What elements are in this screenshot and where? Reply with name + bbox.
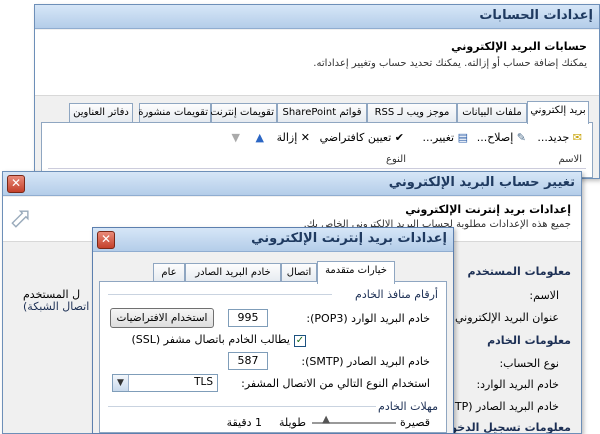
tab-connection[interactable]: اتصال [281, 263, 317, 283]
incoming-port-label: خادم البريد الوارد (POP3): [306, 312, 430, 325]
email-label: عنوان البريد الإلكتروني: [451, 311, 559, 324]
account-settings-tabs: بريد إلكتروني ملفات البيانات موجز ويب لـ… [41, 101, 593, 124]
ssl-checkbox-label: يطالب الخادم باتصال مشفر (SSL) [131, 333, 290, 346]
use-defaults-button[interactable]: استخدام الافتراضيات [110, 308, 214, 328]
new-icon: ✉ [572, 131, 582, 144]
server-timeouts-group: مهلات الخادم [378, 400, 438, 413]
encryption-label: استخدام النوع التالي من الاتصال المشفر: [241, 377, 430, 390]
outgoing-port-label: خادم البريد الصادر (SMTP): [301, 355, 430, 368]
tab-advanced[interactable]: خيارات متقدمة [317, 261, 395, 284]
accounts-toolbar: ✉ جديد... ✎ إصلاح... ▤ تغيير... ✔ تعيين … [48, 131, 586, 149]
timeout-value: 1 دقيقة [226, 416, 262, 429]
repair-button[interactable]: ✎ إصلاح... [477, 131, 526, 144]
email-tab-panel: ✉ جديد... ✎ إصلاح... ▤ تغيير... ✔ تعيين … [41, 122, 593, 178]
timeout-long-label: طويلة [278, 416, 306, 429]
account-settings-header: حسابات البريد الإلكتروني يمكنك إضافة حسا… [35, 30, 599, 96]
tab-published-calendars[interactable]: تقويمات منشورة [138, 103, 211, 123]
tab-outgoing-server[interactable]: خادم البريد الصادر [185, 263, 281, 283]
account-type-label: نوع الحساب: [499, 357, 559, 370]
tab-address-books[interactable]: دفاتر العناوين [69, 103, 133, 123]
x-icon: ✕ [300, 131, 310, 144]
set-default-button[interactable]: ✔ تعيين كافتراضي [320, 131, 404, 144]
account-settings-title: إعدادات الحسابات [479, 8, 593, 23]
column-name[interactable]: الاسم [558, 154, 582, 165]
move-down-icon[interactable]: ▼ [232, 131, 240, 144]
move-up-icon[interactable]: ▲ [256, 131, 264, 144]
account-settings-titlebar: إعدادات الحسابات [35, 5, 599, 29]
name-label: الاسم: [529, 289, 559, 302]
timeout-short-label: قصيرة [400, 416, 430, 429]
chevron-down-icon[interactable]: ▼ [113, 375, 129, 391]
change-account-title: تغيير حساب البريد الإلكتروني [388, 175, 575, 190]
close-icon: ✕ [100, 232, 112, 246]
internet-settings-titlebar: إعدادات بريد إنترنت الإلكتروني ✕ [93, 228, 453, 252]
incoming-port-input[interactable]: 995 [228, 309, 268, 327]
encryption-select[interactable]: TLS ▼ [112, 374, 218, 392]
change-button[interactable]: ▤ تغيير... [423, 131, 468, 144]
remove-button[interactable]: ✕ إزالة [277, 131, 310, 144]
check-icon: ✓ [295, 335, 305, 346]
close-button[interactable]: ✕ [97, 231, 115, 249]
outgoing-port-input[interactable]: 587 [228, 352, 268, 370]
close-icon: ✕ [10, 176, 22, 190]
encryption-value: TLS [194, 376, 213, 388]
internet-email-settings-window: إعدادات بريد إنترنت الإلكتروني ✕ عام خاد… [92, 227, 454, 434]
slider-thumb[interactable]: ▲ [322, 414, 330, 425]
internet-settings-title: إعدادات بريد إنترنت الإلكتروني [251, 231, 447, 246]
group-divider [108, 294, 332, 295]
email-accounts-desc: يمكنك إضافة حساب أو إزالته. يمكنك تحديد … [313, 58, 587, 69]
account-settings-window: إعدادات الحسابات حسابات البريد الإلكترون… [34, 4, 600, 179]
tab-email[interactable]: بريد إلكتروني [527, 101, 589, 124]
cursor-icon: ⬀ [9, 201, 33, 234]
server-ports-group: أرقام منافذ الخادم [355, 288, 438, 301]
internet-settings-tabs: عام خادم البريد الصادر اتصال خيارات متقد… [99, 261, 447, 284]
new-account-button[interactable]: ✉ جديد... [537, 131, 582, 144]
tab-sharepoint-lists[interactable]: قوائم SharePoint [277, 103, 367, 123]
change-account-titlebar: تغيير حساب البريد الإلكتروني ✕ [3, 172, 581, 196]
close-button[interactable]: ✕ [7, 175, 25, 193]
incoming-server-label: خادم البريد الوارد: [476, 378, 559, 391]
logon-info-heading: معلومات تسجيل الدخول [440, 421, 571, 434]
wrench-icon: ✎ [516, 131, 526, 144]
tab-data-files[interactable]: ملفات البيانات [457, 103, 527, 123]
left-note-network: اتصال الشبكة) [23, 300, 90, 313]
group-divider [108, 406, 376, 407]
checkmark-icon: ✔ [394, 131, 404, 144]
internet-settings-heading: إعدادات بريد إنترنت الإلكتروني [405, 203, 571, 216]
change-icon: ▤ [457, 131, 468, 144]
email-accounts-heading: حسابات البريد الإلكتروني [451, 40, 587, 53]
column-type[interactable]: النوع [386, 154, 406, 165]
accounts-list-header: الاسم النوع [48, 153, 586, 169]
tab-rss-feeds[interactable]: موجز ويب لـ RSS [367, 103, 457, 123]
advanced-tab-panel: أرقام منافذ الخادم خادم البريد الوارد (P… [99, 281, 447, 433]
tab-general[interactable]: عام [153, 263, 185, 283]
ssl-checkbox[interactable]: ✓ [294, 335, 306, 347]
tab-internet-calendars[interactable]: تقويمات إنترنت [210, 103, 277, 123]
server-info-heading: معلومات الخادم [487, 334, 571, 347]
user-info-heading: معلومات المستخدم [467, 265, 571, 278]
